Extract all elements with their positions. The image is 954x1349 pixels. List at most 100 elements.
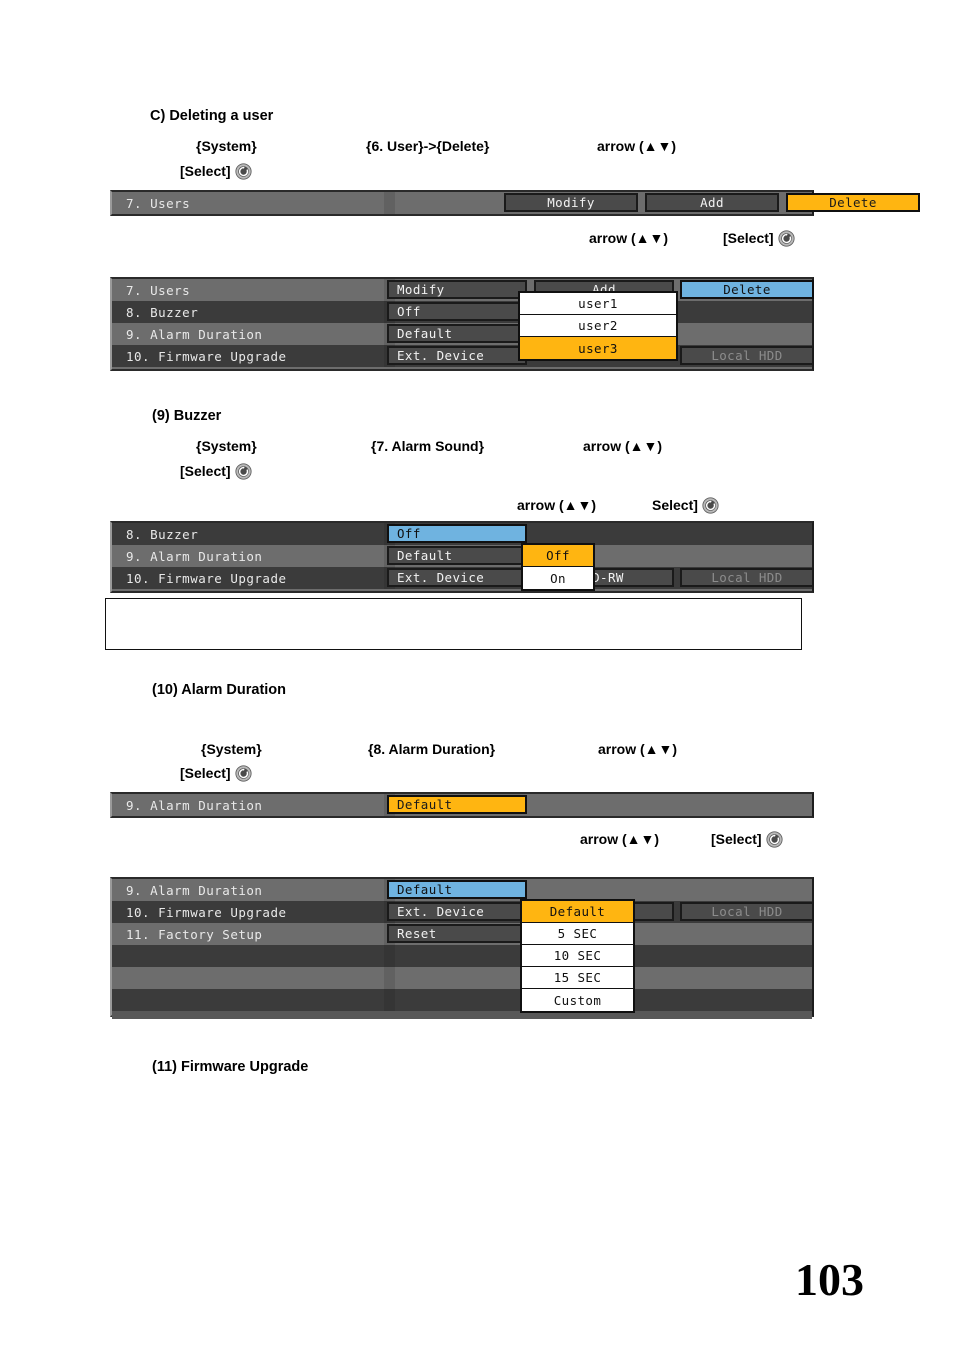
osd-row-label: 8. Buzzer [126,526,199,542]
dropdown-alarm-duration-options[interactable]: Default 5 SEC 10 SEC 15 SEC Custom [520,899,635,1013]
section-heading-buzzer: (9) Buzzer [152,408,222,424]
jog-select-icon [235,163,252,180]
dropdown-item-user2[interactable]: user2 [520,315,676,337]
osd-row-label: 9. Alarm Duration [126,882,263,898]
osd-panel-buzzer: 8. Buzzer Off 9. Alarm Duration Default … [110,521,814,593]
osd-row: 10. Firmware Upgrade Ext. Device CD-RW L… [112,567,814,589]
osd-row: 8. Buzzer Off [112,523,812,545]
osd-row: 7. Users Modify Add Delete [112,279,814,301]
osd-row: 7. Users Modify Add Delete [112,192,920,214]
step-select-buzzer-2: Select] [652,497,719,514]
osd-row-label: 10. Firmware Upgrade [126,570,287,586]
osd-row: 10. Firmware Upgrade Ext. Device CD-RW L… [112,901,814,923]
step-menu-path-delete: {6. User}->{Delete} [366,138,490,154]
osd-row: 9. Alarm Duration Default [112,794,812,816]
step-select-alarm: [Select] [180,765,252,782]
select-label: [Select] [180,463,231,479]
osd-button-local-hdd: Local HDD [680,902,814,921]
jog-select-icon [702,497,719,514]
osd-button-modify[interactable]: Modify [504,193,638,212]
step-select-delete-2: [Select] [723,230,795,247]
jog-select-icon [778,230,795,247]
dropdown-item-5-sec[interactable]: 5 SEC [522,923,633,945]
step-arrow-alarm: arrow (▲▼) [598,741,678,757]
page-number: 103 [795,1254,864,1305]
select-label: [Select] [723,230,774,246]
osd-button-buzzer-value[interactable]: Off [387,302,527,321]
step-system-alarm: {System} [201,741,262,757]
osd-button-local-hdd: Local HDD [680,346,814,365]
osd-button-alarm-duration-value[interactable]: Default [387,880,527,899]
step-arrow-alarm-2: arrow (▲▼) [580,831,660,847]
step-select-alarm-2: [Select] [711,831,783,848]
osd-row-empty [112,1011,812,1019]
osd-button-alarm-duration-value[interactable]: Default [387,795,527,814]
osd-button-delete[interactable]: Delete [786,193,920,212]
osd-panel-alarm-duration-single: 9. Alarm Duration Default [110,792,814,818]
osd-row-label: 9. Alarm Duration [126,797,263,813]
osd-button-modify[interactable]: Modify [387,280,527,299]
osd-button-delete[interactable]: Delete [680,280,814,299]
osd-row-label: 7. Users [126,195,191,211]
step-arrow-buzzer-2: arrow (▲▼) [517,497,597,513]
step-select-buzzer: [Select] [180,463,252,480]
step-system-buzzer: {System} [196,438,257,454]
select-label: Select] [652,497,698,513]
jog-select-icon [235,463,252,480]
dropdown-item-user3[interactable]: user3 [520,337,676,359]
dropdown-item-off[interactable]: Off [523,545,593,567]
osd-button-alarm-duration-value[interactable]: Default [387,324,527,343]
osd-button-ext-device[interactable]: Ext. Device [387,902,527,921]
osd-row-label: 10. Firmware Upgrade [126,348,287,364]
osd-row-label: 10. Firmware Upgrade [126,904,287,920]
osd-button-buzzer-value[interactable]: Off [387,524,527,543]
section-heading-delete-user: C) Deleting a user [150,108,274,124]
osd-row: 11. Factory Setup Reset [112,923,812,945]
section-heading-alarm-duration: (10) Alarm Duration [152,682,287,698]
osd-row: 10. Firmware Upgrade Ext. Device Local H… [112,345,814,367]
osd-panel-alarm-duration-list: 9. Alarm Duration Default 10. Firmware U… [110,877,814,1019]
osd-button-local-hdd: Local HDD [680,568,814,587]
dropdown-item-15-sec[interactable]: 15 SEC [522,967,633,989]
step-menu-path-alarm: {8. Alarm Duration} [368,741,496,757]
osd-row: 8. Buzzer Off [112,301,812,323]
osd-row-label: 11. Factory Setup [126,926,263,942]
select-label: [Select] [180,765,231,781]
dropdown-buzzer-options[interactable]: Off On [521,543,595,591]
osd-button-ext-device[interactable]: Ext. Device [387,568,527,587]
osd-row-label: 8. Buzzer [126,304,199,320]
step-system-delete: {System} [196,138,257,154]
osd-row: 9. Alarm Duration Default [112,545,812,567]
dropdown-item-user1[interactable]: user1 [520,293,676,315]
osd-row-empty [112,967,812,989]
osd-divider-strip [384,967,395,989]
jog-select-icon [766,831,783,848]
osd-button-add[interactable]: Add [645,193,779,212]
step-menu-path-buzzer: {7. Alarm Sound} [371,438,485,454]
osd-row-empty [112,989,812,1011]
osd-button-factory-reset[interactable]: Reset [387,924,527,943]
osd-button-alarm-duration-value[interactable]: Default [387,546,527,565]
dropdown-item-10-sec[interactable]: 10 SEC [522,945,633,967]
step-arrow-delete-2: arrow (▲▼) [589,230,669,246]
osd-row: 9. Alarm Duration Default [112,323,812,345]
osd-divider-strip [384,989,395,1011]
osd-button-ext-device[interactable]: Ext. Device [387,346,527,365]
dropdown-user-list[interactable]: user1 user2 user3 [518,291,678,361]
osd-row: 9. Alarm Duration Default [112,879,812,901]
osd-row-label: 7. Users [126,282,191,298]
dropdown-item-default[interactable]: Default [522,901,633,923]
osd-panel-user-delete-list: 7. Users Modify Add Delete 8. Buzzer Off… [110,277,814,371]
step-arrow-buzzer: arrow (▲▼) [583,438,663,454]
dropdown-item-custom[interactable]: Custom [522,989,633,1011]
dropdown-item-on[interactable]: On [523,567,593,589]
osd-row-empty [112,945,812,967]
jog-select-icon [235,765,252,782]
osd-divider-strip [384,945,395,967]
osd-panel-users-single: 7. Users Modify Add Delete [110,190,920,216]
note-box [105,598,802,650]
select-label: [Select] [180,163,231,179]
osd-row-label: 9. Alarm Duration [126,326,263,342]
osd-row-label: 9. Alarm Duration [126,548,263,564]
select-label: [Select] [711,831,762,847]
